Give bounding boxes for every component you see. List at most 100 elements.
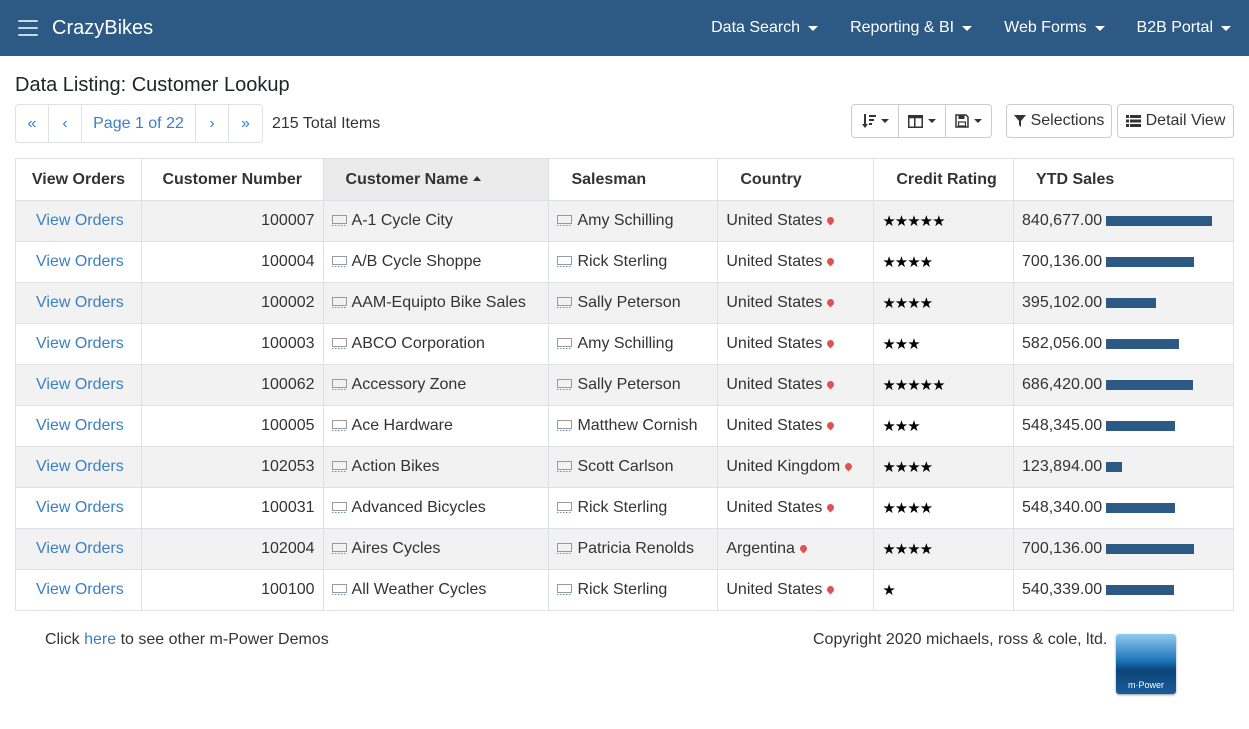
view-orders-link[interactable]: View Orders (36, 458, 124, 475)
table-row: View Orders 100062 Accessory Zone Sally Pet… (15, 364, 1234, 406)
comment-icon[interactable] (331, 256, 347, 267)
view-orders-link[interactable]: View Orders (36, 294, 124, 311)
last-page-button[interactable]: » (229, 105, 262, 142)
table-row: View Orders 100100 All Weather Cycles Rick … (15, 569, 1234, 611)
view-orders-link[interactable]: View Orders (36, 540, 124, 557)
hamburger-menu-icon[interactable] (18, 20, 38, 36)
col-header-credit-rating[interactable]: Credit Rating (873, 158, 1015, 201)
brand-logo[interactable]: CrazyBikes (52, 17, 153, 40)
comment-icon[interactable] (557, 256, 573, 267)
cell-salesman: Rick Sterling (548, 569, 719, 611)
footer-text: Click (45, 631, 80, 648)
cell-customer-name: A-1 Cycle City (322, 200, 550, 242)
view-orders-link[interactable]: View Orders (36, 335, 124, 352)
detail-view-button[interactable]: Detail View (1117, 104, 1234, 138)
cell-country: United States (717, 405, 875, 447)
comment-icon[interactable] (331, 420, 347, 431)
ytd-sales-bar (1106, 257, 1195, 267)
table-row: View Orders 100007 A-1 Cycle City Amy Schil… (15, 200, 1234, 242)
comment-icon[interactable] (557, 461, 573, 472)
comment-icon[interactable] (331, 543, 347, 554)
list-icon (1125, 115, 1141, 127)
view-orders-link[interactable]: View Orders (36, 376, 124, 393)
comment-icon[interactable] (557, 379, 573, 390)
footer-demos-text: Click here to see other m-Power Demos (45, 631, 329, 649)
map-pin-icon[interactable] (825, 584, 836, 595)
map-pin-icon[interactable] (825, 502, 836, 513)
col-header-salesman[interactable]: Salesman (548, 158, 719, 201)
caret-down-icon (928, 119, 936, 123)
cell-credit-rating: ★★★★ (873, 241, 1015, 283)
cell-customer-name: Action Bikes (322, 446, 550, 488)
map-pin-icon[interactable] (825, 215, 836, 226)
cell-view-orders: View Orders (15, 487, 142, 529)
map-pin-icon[interactable] (825, 338, 836, 349)
export-dropdown[interactable] (946, 105, 991, 137)
comment-icon[interactable] (331, 297, 347, 308)
salesman-name: Rick Sterling (577, 581, 668, 598)
sort-dropdown[interactable] (852, 105, 899, 137)
cell-salesman: Patricia Renolds (548, 528, 719, 570)
save-icon (955, 114, 969, 128)
map-pin-icon[interactable] (825, 379, 836, 390)
star-rating: ★★★★ (882, 540, 933, 558)
nav-b2b-portal[interactable]: B2B Portal (1137, 19, 1231, 37)
nav-reporting-bi[interactable]: Reporting & BI (850, 19, 973, 37)
comment-icon[interactable] (331, 338, 347, 349)
view-orders-link[interactable]: View Orders (36, 581, 124, 598)
nav-web-forms[interactable]: Web Forms (1004, 19, 1105, 37)
map-pin-icon[interactable] (843, 461, 854, 472)
cell-customer-name: Advanced Bicycles (322, 487, 550, 529)
cell-customer-number: 102053 (140, 446, 324, 488)
prev-page-button[interactable]: ‹ (49, 105, 82, 142)
cell-credit-rating: ★★★★ (873, 282, 1015, 324)
customer-name: Advanced Bicycles (351, 499, 486, 516)
first-page-button[interactable]: « (16, 105, 49, 142)
next-page-button[interactable]: › (196, 105, 229, 142)
col-header-ytd-sales[interactable]: YTD Sales (1013, 158, 1234, 201)
cell-customer-name: Accessory Zone (322, 364, 550, 406)
comment-icon[interactable] (331, 502, 347, 513)
comment-icon[interactable] (557, 338, 573, 349)
customer-name: AAM-Equipto Bike Sales (351, 294, 526, 311)
selections-button[interactable]: Selections (1006, 104, 1112, 138)
cell-customer-number: 100004 (140, 241, 324, 283)
comment-icon[interactable] (331, 379, 347, 390)
ytd-sales-bar (1106, 421, 1176, 431)
col-header-customer-number[interactable]: Customer Number (140, 158, 324, 201)
cell-credit-rating: ★★★★★ (873, 364, 1015, 406)
mpower-logo[interactable]: m·Power (1116, 634, 1176, 694)
caret-down-icon (962, 25, 973, 31)
comment-icon[interactable] (557, 420, 573, 431)
salesman-name: Sally Peterson (577, 294, 681, 311)
cell-salesman: Matthew Cornish (548, 405, 719, 447)
map-pin-icon[interactable] (825, 420, 836, 431)
ytd-sales-bar (1106, 339, 1180, 349)
cell-credit-rating: ★★★★ (873, 487, 1015, 529)
map-pin-icon[interactable] (825, 256, 836, 267)
page-indicator[interactable]: Page 1 of 22 (82, 105, 196, 142)
map-pin-icon[interactable] (825, 297, 836, 308)
comment-icon[interactable] (557, 584, 573, 595)
comment-icon[interactable] (557, 502, 573, 513)
cell-ytd-sales: 548,345.00 (1013, 405, 1234, 447)
map-pin-icon[interactable] (798, 543, 809, 554)
col-header-view-orders[interactable]: View Orders (15, 158, 142, 201)
view-orders-link[interactable]: View Orders (36, 499, 124, 516)
comment-icon[interactable] (557, 215, 573, 226)
nav-data-search[interactable]: Data Search (711, 19, 819, 37)
cell-salesman: Amy Schilling (548, 200, 719, 242)
comment-icon[interactable] (557, 543, 573, 554)
view-orders-link[interactable]: View Orders (36, 253, 124, 270)
comment-icon[interactable] (331, 215, 347, 226)
columns-dropdown[interactable] (899, 105, 946, 137)
view-orders-link[interactable]: View Orders (36, 212, 124, 229)
col-header-country[interactable]: Country (717, 158, 875, 201)
demos-link[interactable]: here (84, 631, 116, 648)
view-orders-link[interactable]: View Orders (36, 417, 124, 434)
cell-credit-rating: ★★★ (873, 405, 1015, 447)
col-header-customer-name[interactable]: Customer Name (322, 158, 550, 201)
comment-icon[interactable] (331, 461, 347, 472)
comment-icon[interactable] (557, 297, 573, 308)
comment-icon[interactable] (331, 584, 347, 595)
